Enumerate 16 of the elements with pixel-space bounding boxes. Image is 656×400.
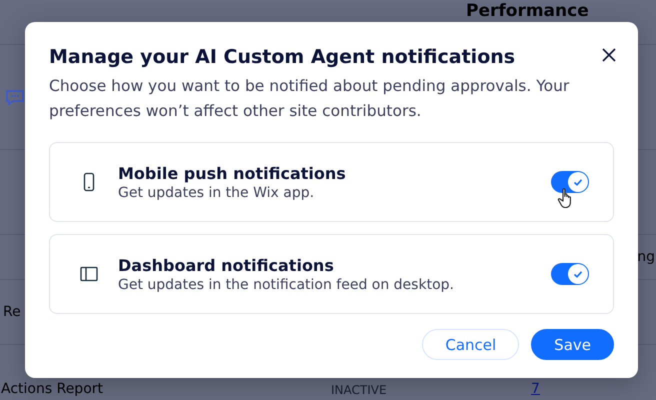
row-text: ng: [637, 249, 655, 265]
section-heading: Performance: [466, 1, 589, 21]
toggle-switch[interactable]: [551, 263, 589, 285]
dialog-title: Manage your AI Custom Agent notifications: [49, 45, 516, 70]
option-title: Mobile push notifications: [118, 164, 347, 182]
row-text: Re: [3, 304, 21, 320]
report-name: Actions Report: [1, 381, 104, 397]
cancel-button[interactable]: Cancel: [422, 329, 520, 360]
save-button[interactable]: Save: [531, 329, 614, 360]
count-link[interactable]: 7: [531, 381, 540, 397]
option-subtitle: Get updates in the Wix app.: [118, 184, 316, 200]
option-subtitle: Get updates in the notification feed on desktop.: [118, 276, 455, 292]
dialog-description: Choose how you want to be notified about pending approvals. Your preferences won’t affect other site contributors.: [49, 76, 570, 122]
toggle-switch[interactable]: [551, 171, 589, 193]
option-title: Dashboard notifications: [118, 256, 335, 274]
status-label: INACTIVE: [331, 383, 388, 397]
